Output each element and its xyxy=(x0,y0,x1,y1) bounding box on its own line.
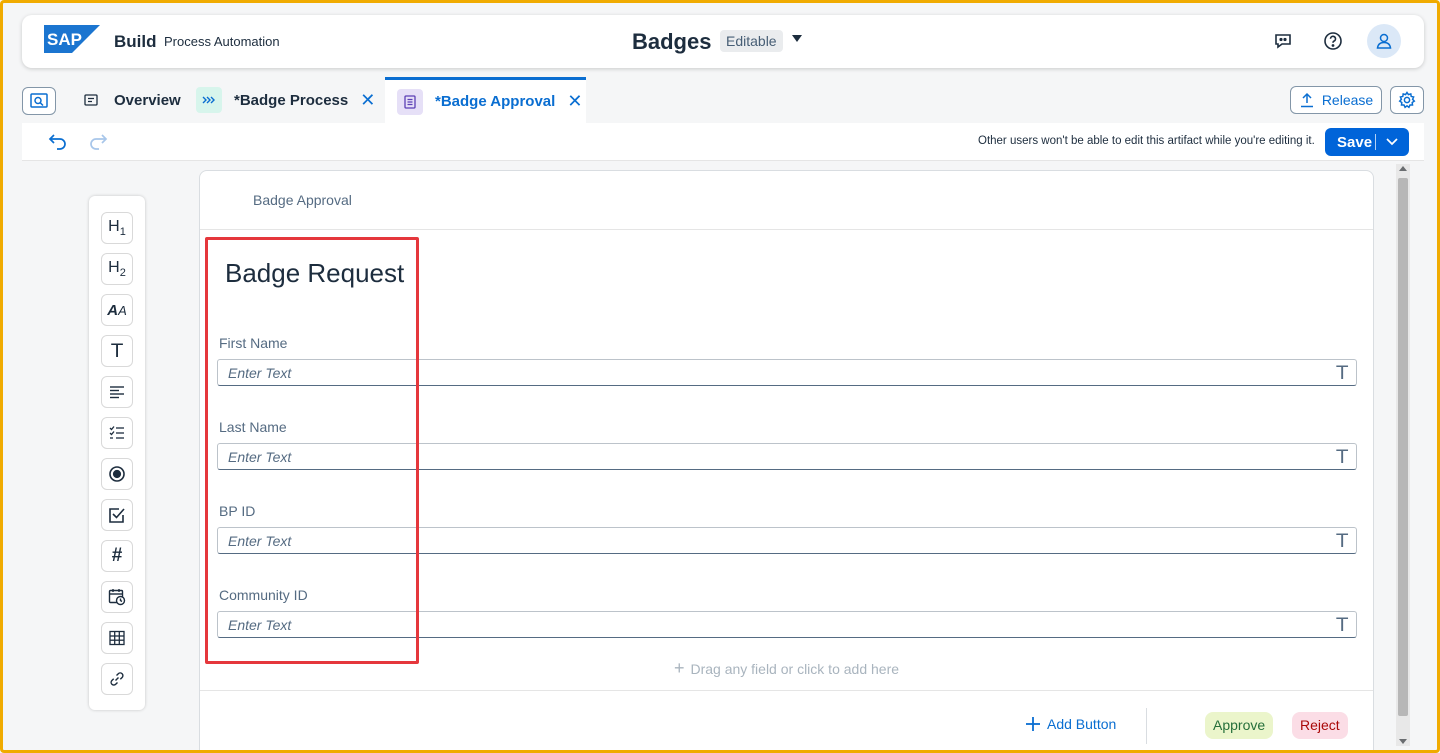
close-icon[interactable]: ✕ xyxy=(360,90,375,111)
footer-divider xyxy=(200,690,1373,691)
plus-icon: + xyxy=(673,658,685,678)
checkbox-icon[interactable] xyxy=(101,499,133,531)
form-header: Badge Approval xyxy=(200,171,1373,230)
upload-icon xyxy=(1300,92,1313,108)
subproduct-name: Process Automation xyxy=(164,34,280,49)
radio-button-icon[interactable] xyxy=(101,458,133,490)
field-label-community-id[interactable]: Community ID xyxy=(219,587,308,603)
sap-logo-text: SAP xyxy=(47,30,82,49)
table-icon[interactable] xyxy=(101,622,133,654)
edit-lock-message: Other users won't be able to edit this a… xyxy=(978,135,1315,147)
last-name-field[interactable]: Enter Text T xyxy=(217,443,1357,470)
text-type-icon: T xyxy=(1336,446,1348,468)
tab-overview[interactable]: Overview xyxy=(78,77,181,123)
reject-button[interactable]: Reject xyxy=(1292,712,1348,739)
status-badge: Editable xyxy=(720,30,783,52)
text-type-icon: T xyxy=(1336,614,1348,636)
text-type-icon: T xyxy=(1336,530,1348,552)
paragraph-style-icon[interactable]: AA xyxy=(101,294,133,326)
date-field-icon[interactable] xyxy=(101,581,133,613)
field-label-first-name[interactable]: First Name xyxy=(219,335,287,351)
release-label: Release xyxy=(1321,92,1374,108)
form-title[interactable]: Badge Approval xyxy=(253,192,352,208)
bp-id-field[interactable]: Enter Text T xyxy=(217,527,1357,554)
community-id-field[interactable]: Enter Text T xyxy=(217,611,1357,638)
release-button[interactable]: Release xyxy=(1290,86,1382,114)
feedback-icon[interactable] xyxy=(1271,29,1295,53)
gear-icon xyxy=(1398,91,1416,109)
overview-icon xyxy=(78,87,104,113)
sap-logo[interactable]: SAP xyxy=(44,25,100,53)
tab-label: *Badge Approval xyxy=(435,93,556,110)
link-icon[interactable] xyxy=(101,663,133,695)
chevron-down-icon[interactable] xyxy=(1376,138,1398,146)
field-placeholder: Enter Text xyxy=(228,533,292,549)
drag-hint-text: Drag any field or click to add here xyxy=(690,661,900,677)
add-button-label: Add Button xyxy=(1047,716,1117,732)
scroll-down-icon[interactable] xyxy=(1399,739,1407,744)
heading1-icon[interactable]: H1 xyxy=(101,212,133,244)
footer-vertical-divider xyxy=(1146,708,1147,744)
form-card: Badge Approval Badge Request First Name … xyxy=(199,170,1374,750)
paragraph-field-icon[interactable] xyxy=(101,376,133,408)
scroll-up-icon[interactable] xyxy=(1399,166,1407,171)
editor-toolbar: Other users won't be able to edit this a… xyxy=(22,123,1424,161)
app-frame: SAP Build Process Automation Badges Edit… xyxy=(0,0,1440,753)
checklist-icon[interactable] xyxy=(101,417,133,449)
settings-button[interactable] xyxy=(1390,86,1424,114)
field-label-last-name[interactable]: Last Name xyxy=(219,419,287,435)
search-icon xyxy=(30,93,48,108)
plus-icon xyxy=(1026,717,1040,731)
field-placeholder: Enter Text xyxy=(228,449,292,465)
shell-bar: SAP Build Process Automation Badges Edit… xyxy=(22,15,1424,68)
field-label-bp-id[interactable]: BP ID xyxy=(219,503,255,519)
form-canvas: H1 H2 AA T # Badge Approval Badge Reques… xyxy=(22,161,1424,750)
add-button[interactable]: Add Button xyxy=(1025,716,1116,732)
process-icon xyxy=(196,87,222,113)
search-artifacts-button[interactable] xyxy=(22,87,56,115)
save-button[interactable]: Save xyxy=(1325,128,1409,156)
field-placeholder: Enter Text xyxy=(228,365,292,381)
scroll-thumb[interactable] xyxy=(1398,178,1408,716)
tab-label: Overview xyxy=(114,91,181,109)
title-menu-caret-icon[interactable] xyxy=(792,35,802,42)
tab-bar: Overview *Badge Process ✕ *Badge Approva… xyxy=(22,77,1424,123)
tab-label: *Badge Process xyxy=(234,91,349,109)
page-title: Badges xyxy=(632,29,712,54)
text-type-icon: T xyxy=(1336,362,1348,384)
add-field-dropzone[interactable]: + Drag any field or click to add here xyxy=(200,658,1373,679)
form-icon xyxy=(397,88,423,115)
undo-icon[interactable] xyxy=(48,132,68,155)
field-palette: H1 H2 AA T # xyxy=(89,196,145,710)
vertical-scrollbar[interactable] xyxy=(1396,164,1410,746)
product-name: Build xyxy=(114,32,157,51)
tab-badge-process[interactable]: *Badge Process ✕ xyxy=(196,77,375,123)
field-placeholder: Enter Text xyxy=(228,617,292,633)
user-avatar-icon[interactable] xyxy=(1367,24,1401,58)
tab-badge-approval[interactable]: *Badge Approval ✕ xyxy=(385,77,586,123)
redo-icon[interactable] xyxy=(88,132,108,155)
heading2-icon[interactable]: H2 xyxy=(101,253,133,285)
help-icon[interactable] xyxy=(1321,29,1345,53)
first-name-field[interactable]: Enter Text T xyxy=(217,359,1357,386)
approve-button[interactable]: Approve xyxy=(1205,712,1274,739)
text-field-icon[interactable]: T xyxy=(101,335,133,367)
close-icon[interactable]: ✕ xyxy=(567,91,582,112)
form-heading[interactable]: Badge Request xyxy=(225,258,404,289)
number-field-icon[interactable]: # xyxy=(101,540,133,572)
save-label: Save xyxy=(1337,133,1373,151)
